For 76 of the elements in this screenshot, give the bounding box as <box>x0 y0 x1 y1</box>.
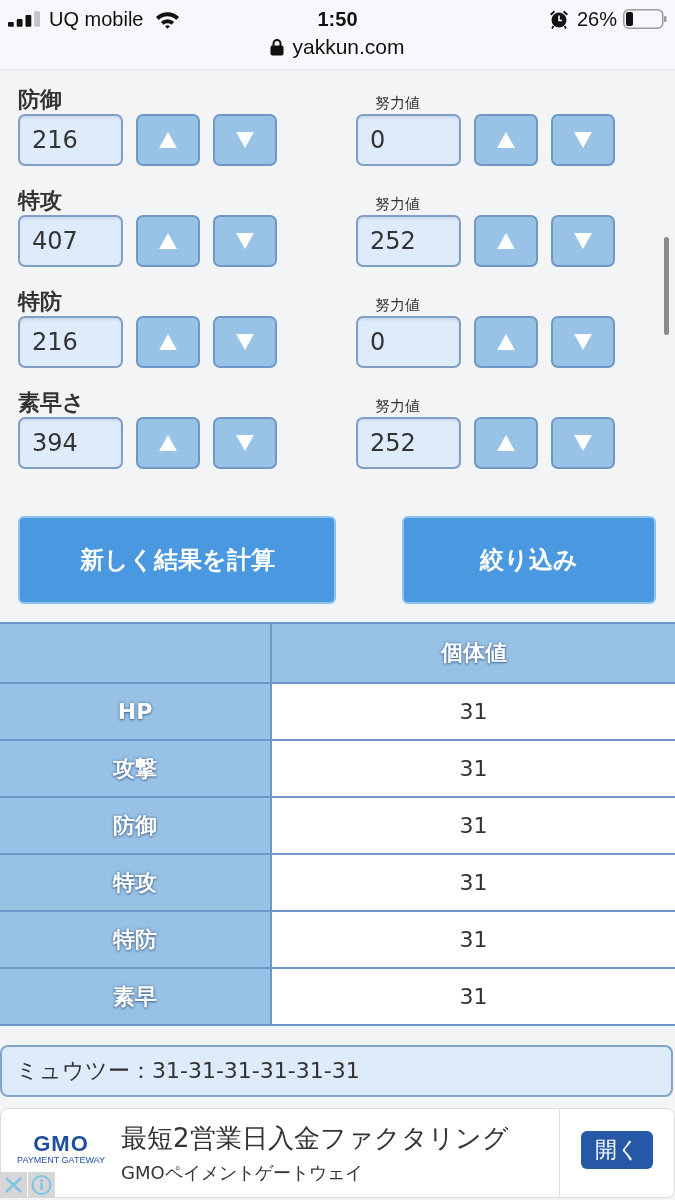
effort-value-label: 努力値 <box>375 396 420 417</box>
stat-name-cell: 素早 <box>0 968 271 1025</box>
increase-button[interactable] <box>474 417 538 469</box>
stat-label: 防御 <box>18 86 62 114</box>
column-header: 個体値 <box>271 623 675 683</box>
battery-percent: 26% <box>576 7 617 31</box>
increase-button[interactable] <box>136 417 200 469</box>
stat-name-cell: 特攻 <box>0 854 271 911</box>
iv-value-cell: 31 <box>271 911 675 968</box>
down-triangle-icon <box>236 435 254 451</box>
open-button[interactable]: 開く <box>581 1131 653 1169</box>
down-triangle-icon <box>574 435 592 451</box>
increase-button[interactable] <box>474 316 538 368</box>
ad-title: 最短2営業日入金ファクタリング <box>121 1122 509 1154</box>
effort-value-field[interactable]: 252 <box>356 215 461 267</box>
iv-value-cell: 31 <box>271 683 675 740</box>
up-triangle-icon <box>497 233 515 249</box>
signal-icon <box>8 11 41 27</box>
down-triangle-icon <box>236 233 254 249</box>
effort-value-field[interactable]: 252 <box>356 417 461 469</box>
up-triangle-icon <box>159 132 177 148</box>
effort-value-label: 努力値 <box>375 295 420 316</box>
stat-label: 特攻 <box>18 187 62 215</box>
logo-tagline: PAYMENT GATEWAY <box>17 1154 105 1166</box>
up-triangle-icon <box>497 435 515 451</box>
stat-value-field[interactable]: 216 <box>18 316 123 368</box>
stat-value-field[interactable]: 394 <box>18 417 123 469</box>
iv-value-cell: 31 <box>271 968 675 1025</box>
down-triangle-icon <box>574 334 592 350</box>
wifi-icon <box>155 9 181 29</box>
ad-advertiser: GMOペイメントゲートウェイ <box>121 1162 363 1184</box>
increase-button[interactable] <box>474 114 538 166</box>
increase-button[interactable] <box>136 215 200 267</box>
increase-button[interactable] <box>136 316 200 368</box>
stat-name-cell: 防御 <box>0 797 271 854</box>
down-triangle-icon <box>236 132 254 148</box>
decrease-button[interactable] <box>213 316 277 368</box>
decrease-button[interactable] <box>551 215 615 267</box>
battery-icon <box>623 9 667 29</box>
increase-button[interactable] <box>136 114 200 166</box>
decrease-button[interactable] <box>551 114 615 166</box>
decrease-button[interactable] <box>213 417 277 469</box>
up-triangle-icon <box>497 334 515 350</box>
clock-time: 1:50 <box>317 7 358 31</box>
logo-text: GMO <box>33 1132 89 1155</box>
carrier-name: UQ mobile <box>49 7 144 31</box>
down-triangle-icon <box>236 334 254 350</box>
up-triangle-icon <box>159 233 177 249</box>
stat-name-cell: 攻撃 <box>0 740 271 797</box>
iv-value-cell: 31 <box>271 740 675 797</box>
increase-button[interactable] <box>474 215 538 267</box>
stat-value-field[interactable]: 216 <box>18 114 123 166</box>
stat-name-cell: 特防 <box>0 911 271 968</box>
effort-value-label: 努力値 <box>375 93 420 114</box>
stat-name-cell: HP <box>0 683 271 740</box>
down-triangle-icon <box>574 233 592 249</box>
decrease-button[interactable] <box>213 114 277 166</box>
effort-value-field[interactable]: 0 <box>356 316 461 368</box>
up-triangle-icon <box>159 334 177 350</box>
iv-value-cell: 31 <box>271 854 675 911</box>
effort-value-field[interactable]: 0 <box>356 114 461 166</box>
stat-label: 素早さ <box>18 389 85 417</box>
lock-icon <box>270 38 285 56</box>
site-address[interactable]: yakkun.com <box>292 35 405 59</box>
decrease-button[interactable] <box>551 316 615 368</box>
iv-value-cell: 31 <box>271 797 675 854</box>
alarm-clock-icon <box>548 9 569 29</box>
stat-label: 特防 <box>18 288 62 316</box>
up-triangle-icon <box>497 132 515 148</box>
decrease-button[interactable] <box>551 417 615 469</box>
up-triangle-icon <box>159 435 177 451</box>
result-text: ミュウツー：31-31-31-31-31-31 <box>0 1045 673 1097</box>
decrease-button[interactable] <box>213 215 277 267</box>
down-triangle-icon <box>574 132 592 148</box>
effort-value-label: 努力値 <box>375 194 420 215</box>
stat-value-field[interactable]: 407 <box>18 215 123 267</box>
